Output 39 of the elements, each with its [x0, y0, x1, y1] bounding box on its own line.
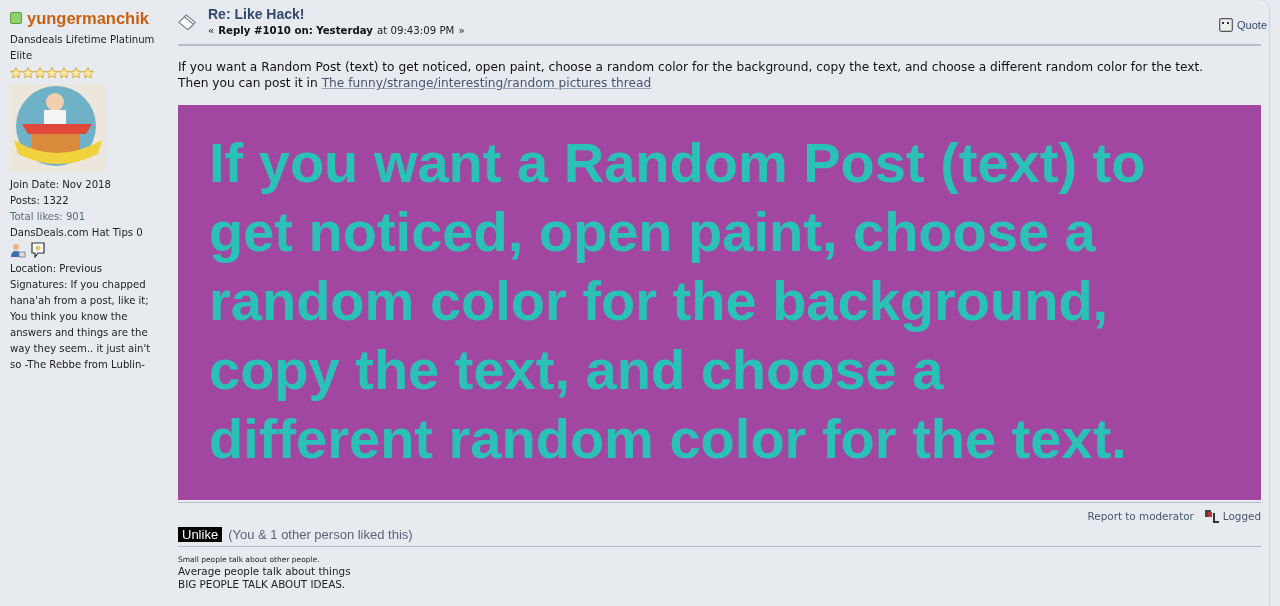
image-text: random color for the background,: [209, 268, 1110, 334]
reply-marker: »: [458, 25, 465, 36]
report-link[interactable]: Report to moderator: [1087, 510, 1194, 522]
post-text: Then you can post it in: [178, 75, 318, 91]
member-stat: Total likes: 901: [10, 210, 87, 224]
member-stat: Posts: 1322: [10, 194, 70, 208]
signature-quote: Signatures: If you chapped hana'ah from a post, like it; You think you know the answers and things are the way they seem.. it just ain't so -The Rebbe from Lublin-: [10, 278, 152, 372]
star-icon: [82, 67, 94, 79]
signature-line: Average people talk about things: [178, 565, 352, 578]
member-stat: DansDeals.com Hat Tips 0: [10, 226, 144, 240]
thread-link[interactable]: The funny/strange/interesting/random pictures thread: [321, 75, 652, 91]
post-subject-link[interactable]: Re: Like Hack!: [208, 6, 1220, 23]
star-icon: [46, 67, 58, 79]
image-text: different random color for the text.: [209, 406, 1128, 472]
post-text: If you want a Random Post (text) to get noticed, open paint, choose a random color for the background, copy the text, and choose a different random color for the text.: [178, 59, 1205, 75]
star-icon: [70, 67, 82, 79]
reply-marker: «: [208, 25, 215, 36]
ip-logged-icon: [1203, 509, 1220, 523]
reply-link[interactable]: Reply #1010 on: Yesterday: [218, 25, 373, 36]
signature-line: BIG PEOPLE TALK ABOUT IDEAS.: [178, 578, 347, 591]
star-icon: [10, 67, 22, 79]
unlike-button[interactable]: Unlike: [178, 527, 223, 542]
image-text: get noticed, open paint, choose a: [209, 199, 1097, 265]
quote-icon: [1219, 18, 1234, 32]
likes-note: (You & 1 other person liked this): [228, 527, 413, 542]
member-stat: Join Date: Nov 2018: [10, 178, 112, 192]
star-icon: [34, 67, 46, 79]
star-icon: [58, 67, 70, 79]
location-text: Location: Previous: [10, 262, 103, 276]
speech-bubble-icon[interactable]: [30, 242, 46, 258]
document-icon: [178, 12, 198, 31]
image-text: If you want a Random Post (text) to: [209, 130, 1147, 196]
logged-text: Logged: [1222, 510, 1261, 522]
post-time: at 09:43:09 PM: [377, 25, 455, 36]
member-title: Dansdeals Lifetime Platinum Elite: [10, 33, 156, 63]
profile-icon[interactable]: [10, 242, 26, 258]
quote-button[interactable]: Quote: [1219, 18, 1267, 32]
star-icon: [22, 67, 34, 79]
image-text: copy the text, and choose a: [209, 337, 945, 403]
